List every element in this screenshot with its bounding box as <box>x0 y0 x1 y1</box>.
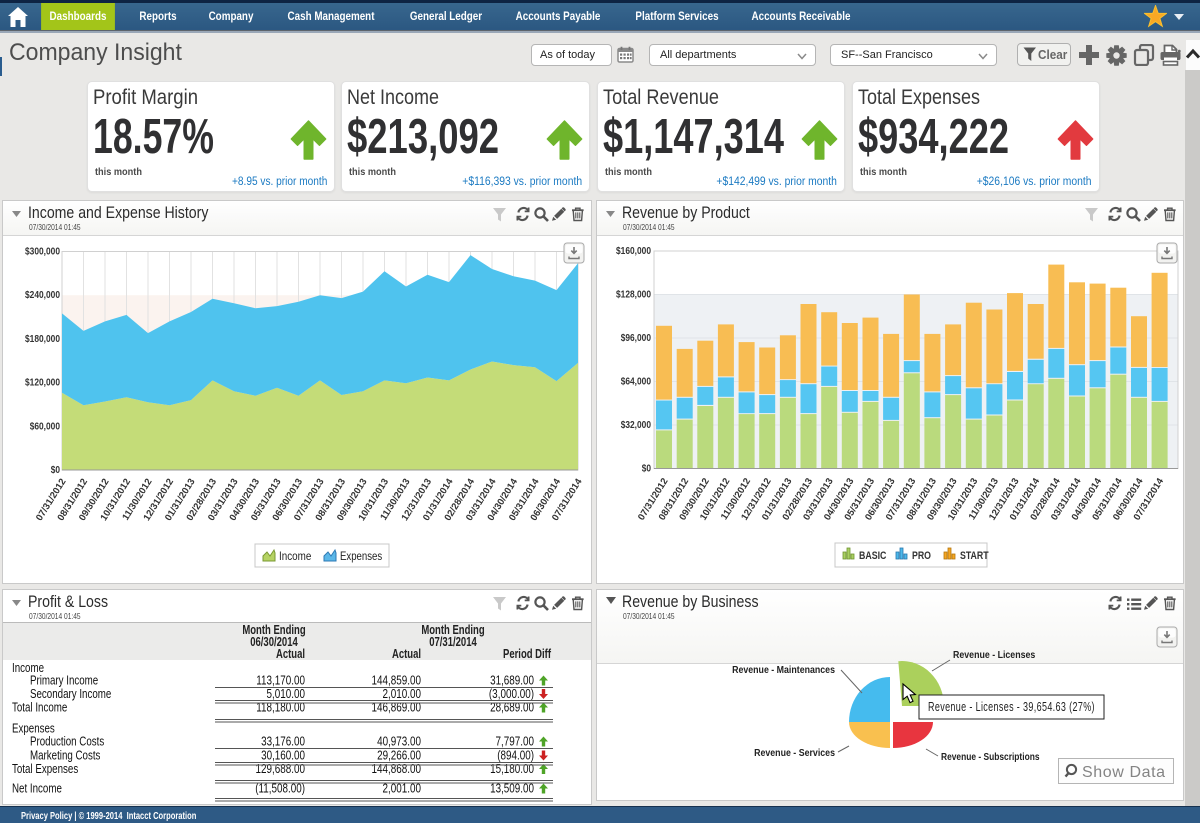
svg-text:$32,000: $32,000 <box>621 420 652 431</box>
svg-text:PRO: PRO <box>912 550 931 562</box>
svg-text:$0: $0 <box>51 465 61 476</box>
svg-text:146,869.00: 146,869.00 <box>372 700 422 715</box>
svg-text:Show Data: Show Data <box>1082 764 1166 781</box>
svg-text:Revenue - Services: Revenue - Services <box>754 747 835 759</box>
svg-text:START: START <box>960 550 989 562</box>
svg-text:7,797.00: 7,797.00 <box>496 734 535 749</box>
svg-text:118,180.00: 118,180.00 <box>256 700 305 715</box>
svg-text:Production Costs: Production Costs <box>30 734 105 749</box>
svg-text:Income: Income <box>279 549 312 563</box>
svg-text:Total Income: Total Income <box>12 700 67 715</box>
svg-text:07/31/2014: 07/31/2014 <box>429 635 477 649</box>
svg-text:Expenses: Expenses <box>340 549 382 563</box>
svg-text:$160,000: $160,000 <box>616 246 651 257</box>
svg-text:Revenue - Licenses - 39,654.63: Revenue - Licenses - 39,654.63 (27%) <box>928 700 1095 714</box>
svg-text:144,868.00: 144,868.00 <box>372 761 422 776</box>
svg-text:$64,000: $64,000 <box>621 377 652 388</box>
svg-text:Income and Expense History: Income and Expense History <box>28 203 209 222</box>
svg-text:Revenue - Licenses: Revenue - Licenses <box>953 649 1035 661</box>
svg-text:$180,000: $180,000 <box>25 334 60 345</box>
svg-text:40,973.00: 40,973.00 <box>377 734 421 749</box>
svg-text:$60,000: $60,000 <box>30 421 61 432</box>
svg-text:$120,000: $120,000 <box>25 378 60 389</box>
svg-text:Period Diff: Period Diff <box>503 647 552 661</box>
svg-text:$96,000: $96,000 <box>621 333 652 344</box>
svg-text:33,176.00: 33,176.00 <box>261 734 305 749</box>
svg-text:$0: $0 <box>642 464 652 475</box>
svg-text:Actual: Actual <box>276 647 305 661</box>
svg-text:28,689.00: 28,689.00 <box>490 700 534 715</box>
svg-text:129,688.00: 129,688.00 <box>256 761 306 776</box>
svg-text:Actual: Actual <box>392 647 421 661</box>
svg-text:BASIC: BASIC <box>859 550 886 562</box>
svg-text:15,180.00: 15,180.00 <box>490 761 534 776</box>
svg-text:07/30/2014 01:45: 07/30/2014 01:45 <box>623 222 675 232</box>
svg-text:Revenue - Subscriptions: Revenue - Subscriptions <box>941 751 1040 763</box>
svg-text:Revenue by Product: Revenue by Product <box>622 203 750 222</box>
svg-text:07/30/2014 01:45: 07/30/2014 01:45 <box>623 611 675 621</box>
svg-text:07/30/2014 01:45: 07/30/2014 01:45 <box>29 222 81 232</box>
svg-text:Net Income: Net Income <box>12 781 62 796</box>
svg-text:Profit & Loss: Profit & Loss <box>28 592 108 611</box>
svg-text:$128,000: $128,000 <box>616 290 651 301</box>
svg-text:Total Expenses: Total Expenses <box>12 761 79 776</box>
svg-text:07/30/2014 01:45: 07/30/2014 01:45 <box>29 611 81 621</box>
svg-text:$300,000: $300,000 <box>25 247 60 258</box>
svg-text:Revenue - Maintenances: Revenue - Maintenances <box>732 664 835 676</box>
svg-text:$240,000: $240,000 <box>25 290 60 301</box>
svg-text:Revenue by Business: Revenue by Business <box>622 592 759 611</box>
